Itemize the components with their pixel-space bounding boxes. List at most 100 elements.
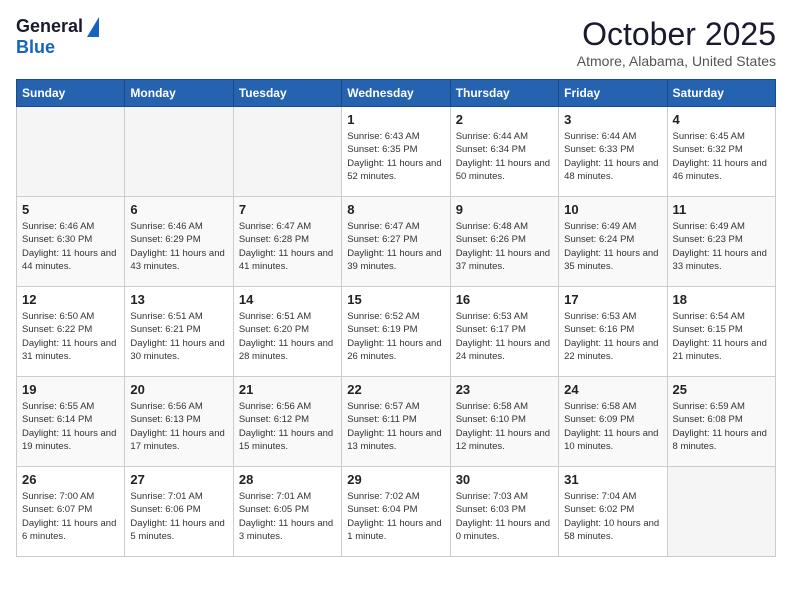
calendar-cell (125, 107, 233, 197)
day-info: Sunrise: 6:51 AMSunset: 6:20 PMDaylight:… (239, 310, 336, 363)
weekday-header-row: SundayMondayTuesdayWednesdayThursdayFrid… (17, 80, 776, 107)
day-info: Sunrise: 7:04 AMSunset: 6:02 PMDaylight:… (564, 490, 661, 543)
day-info: Sunrise: 7:02 AMSunset: 6:04 PMDaylight:… (347, 490, 444, 543)
day-info: Sunrise: 6:53 AMSunset: 6:16 PMDaylight:… (564, 310, 661, 363)
logo: General Blue (16, 16, 99, 58)
weekday-header-friday: Friday (559, 80, 667, 107)
day-info: Sunrise: 6:57 AMSunset: 6:11 PMDaylight:… (347, 400, 444, 453)
title-block: October 2025 Atmore, Alabama, United Sta… (577, 16, 776, 69)
day-info: Sunrise: 6:53 AMSunset: 6:17 PMDaylight:… (456, 310, 553, 363)
day-info: Sunrise: 6:58 AMSunset: 6:10 PMDaylight:… (456, 400, 553, 453)
weekday-header-sunday: Sunday (17, 80, 125, 107)
calendar-week-row: 1 Sunrise: 6:43 AMSunset: 6:35 PMDaylight… (17, 107, 776, 197)
calendar-week-row: 26Sunrise: 7:00 AMSunset: 6:07 PMDayligh… (17, 467, 776, 557)
calendar-cell: 8Sunrise: 6:47 AMSunset: 6:27 PMDaylight… (342, 197, 450, 287)
page-header: General Blue October 2025 Atmore, Alabam… (16, 16, 776, 69)
day-info: Sunrise: 6:59 AMSunset: 6:08 PMDaylight:… (673, 400, 770, 453)
calendar-cell: 12 Sunrise: 6:50 AMSunset: 6:22 PMDayligh… (17, 287, 125, 377)
day-info: Sunrise: 6:47 AMSunset: 6:27 PMDaylight:… (347, 220, 444, 273)
day-number: 20 (130, 382, 227, 397)
calendar-cell: 30 Sunrise: 7:03 AMSunset: 6:03 PMDayligh… (450, 467, 558, 557)
calendar-cell: 3 Sunrise: 6:44 AMSunset: 6:33 PMDaylight… (559, 107, 667, 197)
calendar-week-row: 12 Sunrise: 6:50 AMSunset: 6:22 PMDayligh… (17, 287, 776, 377)
weekday-header-saturday: Saturday (667, 80, 775, 107)
day-info: Sunrise: 6:44 AMSunset: 6:34 PMDaylight:… (456, 130, 553, 183)
calendar-cell (17, 107, 125, 197)
day-info: Sunrise: 6:46 AMSunset: 6:30 PMDaylight:… (22, 220, 119, 273)
calendar-cell: 29 Sunrise: 7:02 AMSunset: 6:04 PMDayligh… (342, 467, 450, 557)
calendar-cell: 21Sunrise: 6:56 AMSunset: 6:12 PMDayligh… (233, 377, 341, 467)
day-number: 13 (130, 292, 227, 307)
calendar-cell: 23 Sunrise: 6:58 AMSunset: 6:10 PMDayligh… (450, 377, 558, 467)
calendar-cell: 6 Sunrise: 6:46 AMSunset: 6:29 PMDaylight… (125, 197, 233, 287)
day-number: 17 (564, 292, 661, 307)
calendar-week-row: 5 Sunrise: 6:46 AMSunset: 6:30 PMDaylight… (17, 197, 776, 287)
calendar-cell: 26Sunrise: 7:00 AMSunset: 6:07 PMDayligh… (17, 467, 125, 557)
day-number: 28 (239, 472, 336, 487)
day-number: 18 (673, 292, 770, 307)
day-number: 31 (564, 472, 661, 487)
day-info: Sunrise: 6:54 AMSunset: 6:15 PMDaylight:… (673, 310, 770, 363)
calendar-cell (667, 467, 775, 557)
day-number: 30 (456, 472, 553, 487)
day-number: 10 (564, 202, 661, 217)
day-number: 1 (347, 112, 444, 127)
day-number: 7 (239, 202, 336, 217)
day-number: 14 (239, 292, 336, 307)
calendar-cell: 4Sunrise: 6:45 AMSunset: 6:32 PMDaylight… (667, 107, 775, 197)
day-number: 12 (22, 292, 119, 307)
day-info: Sunrise: 6:49 AMSunset: 6:23 PMDaylight:… (673, 220, 770, 273)
day-info: Sunrise: 7:01 AMSunset: 6:06 PMDaylight:… (130, 490, 227, 543)
day-number: 22 (347, 382, 444, 397)
calendar-cell: 24Sunrise: 6:58 AMSunset: 6:09 PMDayligh… (559, 377, 667, 467)
location-title: Atmore, Alabama, United States (577, 53, 776, 69)
day-info: Sunrise: 6:47 AMSunset: 6:28 PMDaylight:… (239, 220, 336, 273)
day-info: Sunrise: 6:43 AMSunset: 6:35 PMDaylight:… (347, 130, 444, 183)
day-number: 26 (22, 472, 119, 487)
day-number: 16 (456, 292, 553, 307)
calendar-cell: 19 Sunrise: 6:55 AMSunset: 6:14 PMDayligh… (17, 377, 125, 467)
calendar-table: SundayMondayTuesdayWednesdayThursdayFrid… (16, 79, 776, 557)
day-number: 25 (673, 382, 770, 397)
calendar-cell: 28 Sunrise: 7:01 AMSunset: 6:05 PMDayligh… (233, 467, 341, 557)
day-info: Sunrise: 6:55 AMSunset: 6:14 PMDaylight:… (22, 400, 119, 453)
day-info: Sunrise: 6:49 AMSunset: 6:24 PMDaylight:… (564, 220, 661, 273)
day-info: Sunrise: 7:01 AMSunset: 6:05 PMDaylight:… (239, 490, 336, 543)
calendar-cell: 20 Sunrise: 6:56 AMSunset: 6:13 PMDayligh… (125, 377, 233, 467)
day-info: Sunrise: 6:45 AMSunset: 6:32 PMDaylight:… (673, 130, 770, 183)
day-number: 9 (456, 202, 553, 217)
day-number: 19 (22, 382, 119, 397)
calendar-cell (233, 107, 341, 197)
day-number: 23 (456, 382, 553, 397)
day-number: 5 (22, 202, 119, 217)
calendar-cell: 14 Sunrise: 6:51 AMSunset: 6:20 PMDayligh… (233, 287, 341, 377)
calendar-cell: 16 Sunrise: 6:53 AMSunset: 6:17 PMDayligh… (450, 287, 558, 377)
logo-blue-text: Blue (16, 37, 55, 58)
day-info: Sunrise: 6:46 AMSunset: 6:29 PMDaylight:… (130, 220, 227, 273)
calendar-cell: 31 Sunrise: 7:04 AMSunset: 6:02 PMDayligh… (559, 467, 667, 557)
day-info: Sunrise: 6:48 AMSunset: 6:26 PMDaylight:… (456, 220, 553, 273)
logo-triangle-icon (87, 17, 99, 37)
weekday-header-monday: Monday (125, 80, 233, 107)
day-info: Sunrise: 6:50 AMSunset: 6:22 PMDaylight:… (22, 310, 119, 363)
calendar-cell: 7 Sunrise: 6:47 AMSunset: 6:28 PMDaylight… (233, 197, 341, 287)
day-info: Sunrise: 7:03 AMSunset: 6:03 PMDaylight:… (456, 490, 553, 543)
calendar-cell: 9 Sunrise: 6:48 AMSunset: 6:26 PMDaylight… (450, 197, 558, 287)
day-info: Sunrise: 6:44 AMSunset: 6:33 PMDaylight:… (564, 130, 661, 183)
day-info: Sunrise: 6:56 AMSunset: 6:13 PMDaylight:… (130, 400, 227, 453)
calendar-cell: 25 Sunrise: 6:59 AMSunset: 6:08 PMDayligh… (667, 377, 775, 467)
weekday-header-tuesday: Tuesday (233, 80, 341, 107)
calendar-week-row: 19 Sunrise: 6:55 AMSunset: 6:14 PMDayligh… (17, 377, 776, 467)
weekday-header-thursday: Thursday (450, 80, 558, 107)
day-info: Sunrise: 6:51 AMSunset: 6:21 PMDaylight:… (130, 310, 227, 363)
day-number: 24 (564, 382, 661, 397)
calendar-cell: 13 Sunrise: 6:51 AMSunset: 6:21 PMDayligh… (125, 287, 233, 377)
calendar-cell: 2Sunrise: 6:44 AMSunset: 6:34 PMDaylight… (450, 107, 558, 197)
day-number: 29 (347, 472, 444, 487)
weekday-header-wednesday: Wednesday (342, 80, 450, 107)
day-info: Sunrise: 6:56 AMSunset: 6:12 PMDaylight:… (239, 400, 336, 453)
day-number: 6 (130, 202, 227, 217)
day-number: 11 (673, 202, 770, 217)
day-number: 3 (564, 112, 661, 127)
calendar-cell: 18 Sunrise: 6:54 AMSunset: 6:15 PMDayligh… (667, 287, 775, 377)
